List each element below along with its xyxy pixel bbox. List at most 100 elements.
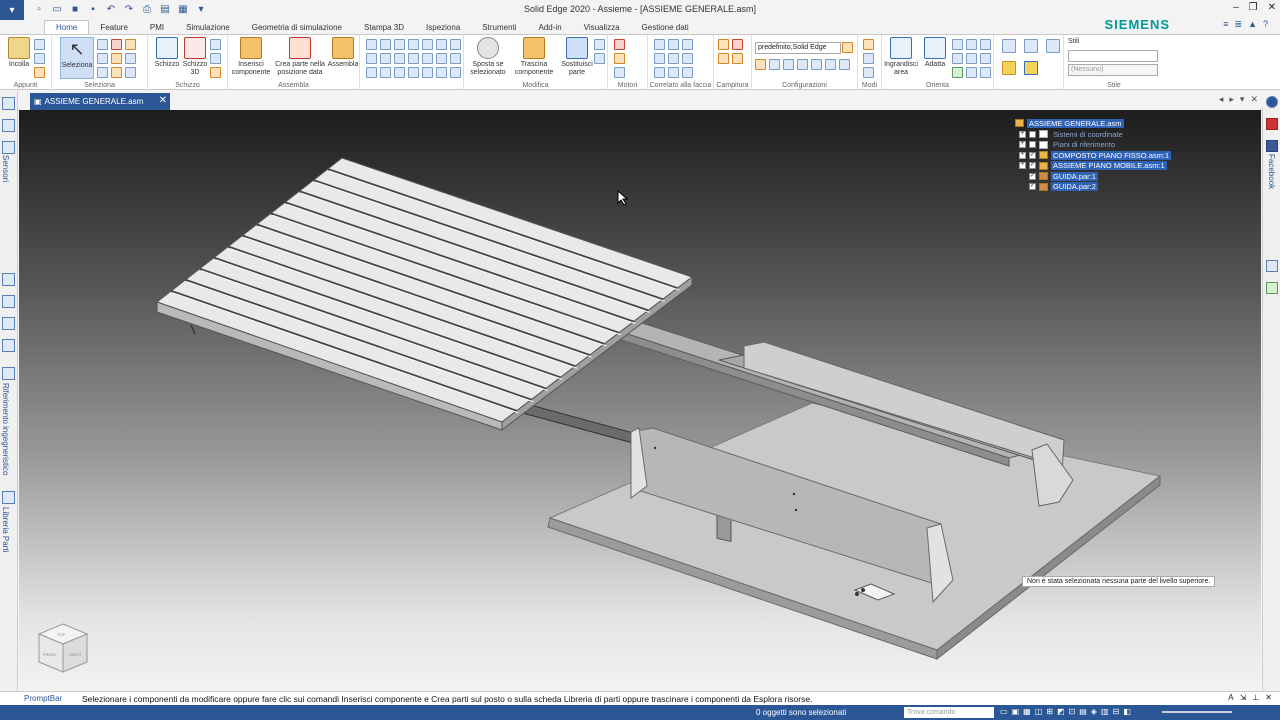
rel-18-icon[interactable] (408, 67, 419, 78)
expand-icon[interactable]: + (1019, 151, 1026, 159)
config-1-icon[interactable] (755, 59, 766, 70)
expand-icon[interactable]: + (1019, 162, 1026, 169)
visibility-checkbox[interactable]: ✓ (1029, 183, 1036, 190)
tree-item[interactable]: + ✓ ASSIEME PIANO MOBILE.asm:1 (1019, 161, 1167, 171)
open-icon[interactable]: ▭ (50, 3, 64, 17)
visibility-checkbox[interactable] (1029, 141, 1036, 148)
tree-item[interactable]: ✓ GUIDA.par:2 (1029, 182, 1098, 192)
rel-16-icon[interactable] (380, 67, 391, 78)
engineering-reference-tab[interactable]: Riferimento ingegneristico (1, 383, 10, 476)
view-5-icon[interactable]: ⊞ (1046, 707, 1053, 716)
close-tab-icon[interactable]: ✕ (159, 95, 167, 106)
rel-19-icon[interactable] (422, 67, 433, 78)
view-8-icon[interactable]: ▤ (1079, 707, 1087, 716)
style-select[interactable] (1068, 50, 1158, 62)
find-command-input[interactable]: Trova comando (904, 707, 994, 718)
shaded-edges-icon[interactable] (1024, 61, 1038, 75)
face-rel-2-icon[interactable] (668, 39, 679, 50)
face-rel-7-icon[interactable] (654, 67, 665, 78)
view-1-icon[interactable]: ▭ (1000, 707, 1008, 716)
move-selected-button[interactable]: Sposta se selezionato (468, 37, 508, 77)
rel-10-icon[interactable] (394, 53, 405, 64)
tool-3-icon[interactable] (2, 317, 15, 330)
view-3-icon[interactable]: ▦ (1023, 707, 1031, 716)
tab-visualizza[interactable]: Visualizza (573, 21, 631, 34)
face-rel-5-icon[interactable] (668, 53, 679, 64)
window-icon[interactable]: ▦ (176, 3, 190, 17)
layers-icon[interactable] (2, 119, 15, 132)
pin-icon[interactable]: ⇲ (1240, 693, 1247, 702)
rel-3-icon[interactable] (394, 39, 405, 50)
rel-2-icon[interactable] (380, 39, 391, 50)
engineering-reference-icon[interactable] (2, 367, 15, 380)
view-12-icon[interactable]: ◧ (1123, 707, 1131, 716)
pathfinder-icon[interactable] (2, 97, 15, 110)
configuration-icon[interactable] (842, 42, 853, 53)
pattern-4-icon[interactable] (732, 53, 743, 64)
layout-alt-icon[interactable]: ≣ (1235, 19, 1243, 30)
collapse-ribbon-icon[interactable]: ▲ (1248, 19, 1257, 30)
view-7-icon[interactable]: ⊡ (1069, 707, 1076, 716)
sketch-tool-1-icon[interactable] (210, 39, 221, 50)
config-7-icon[interactable] (839, 59, 850, 70)
settings-icon[interactable]: ⊥ (1252, 693, 1259, 702)
mode-2-icon[interactable] (863, 53, 874, 64)
pick-icon[interactable] (125, 39, 136, 50)
tree-item[interactable]: ✓ GUIDA.par:1 (1029, 171, 1098, 181)
tab-pmi[interactable]: PMI (139, 21, 175, 34)
rel-5-icon[interactable] (422, 39, 433, 50)
config-3-icon[interactable] (783, 59, 794, 70)
youtube-icon[interactable] (1266, 118, 1278, 130)
rel-8-icon[interactable] (366, 53, 377, 64)
rel-17-icon[interactable] (394, 67, 405, 78)
rel-4-icon[interactable] (408, 39, 419, 50)
trimetric-view-icon[interactable] (1046, 39, 1060, 53)
panel-2-icon[interactable] (1266, 282, 1278, 294)
close-document-icon[interactable]: ✕ (1250, 94, 1258, 105)
rel-11-icon[interactable] (408, 53, 419, 64)
iso-view-icon[interactable] (1002, 39, 1016, 53)
fit-button[interactable]: Adatta (918, 37, 952, 69)
create-in-place-button[interactable]: Crea parte nella posizione data (274, 37, 326, 77)
view-1-icon[interactable] (952, 53, 963, 64)
drag-component-button[interactable]: Trascina componente (512, 37, 556, 77)
dimetric-view-icon[interactable] (1024, 39, 1038, 53)
rel-13-icon[interactable] (436, 53, 447, 64)
parts-library-tab[interactable]: Libreria Parti (1, 507, 10, 552)
rotate-icon[interactable] (980, 39, 991, 50)
new-icon[interactable]: ▫ (32, 3, 46, 17)
motor-icon[interactable] (614, 39, 625, 50)
tab-gestione-dati[interactable]: Gestione dati (631, 21, 700, 34)
font-size-icon[interactable]: A (1228, 693, 1233, 702)
view-cube[interactable]: TOP FRONT RIGHT (33, 620, 93, 676)
tab-ispeziona[interactable]: Ispeziona (415, 21, 471, 34)
minimize-icon[interactable]: – (1233, 2, 1239, 13)
document-tab[interactable]: ▣ ASSIEME GENERALE.asm ✕ (30, 93, 170, 110)
rel-12-icon[interactable] (422, 53, 433, 64)
tab-home[interactable]: Home (44, 20, 90, 34)
select-box-icon[interactable] (97, 67, 108, 78)
help-icon[interactable]: ? (1263, 19, 1268, 30)
rel-7-icon[interactable] (450, 39, 461, 50)
tab-add-in[interactable]: Add-in (528, 21, 573, 34)
tab-prev-icon[interactable]: ◂ (1219, 94, 1224, 105)
tree-item[interactable]: + ✓ COMPOSTO PIANO FISSO.asm:1 (1019, 150, 1172, 160)
tab-geometria-di-simulazione[interactable]: Geometria di simulazione (241, 21, 353, 34)
tab-stampa-3d[interactable]: Stampa 3D (353, 21, 415, 34)
tree-root[interactable]: ASSIEME GENERALE.asm (1015, 118, 1124, 128)
save-as-icon[interactable]: ▪ (86, 3, 100, 17)
replace-part-button[interactable]: Sostituisci parte (558, 37, 596, 77)
expand-icon[interactable]: + (1019, 130, 1026, 138)
pattern-3-icon[interactable] (718, 53, 729, 64)
face-rel-3-icon[interactable] (682, 39, 693, 50)
config-2-icon[interactable] (769, 59, 780, 70)
face-rel-4-icon[interactable] (654, 53, 665, 64)
shaded-icon[interactable] (1002, 61, 1016, 75)
undo-icon[interactable]: ↶ (104, 3, 118, 17)
rel-15-icon[interactable] (366, 67, 377, 78)
pattern-2-icon[interactable] (732, 39, 743, 50)
tree-item[interactable]: + Piani di riferimento (1019, 140, 1117, 150)
tree-item[interactable]: + Sistemi di coordinate (1019, 129, 1125, 139)
visibility-checkbox[interactable]: ✓ (1029, 172, 1036, 180)
facebook-tab[interactable]: Facebook (1267, 154, 1276, 189)
